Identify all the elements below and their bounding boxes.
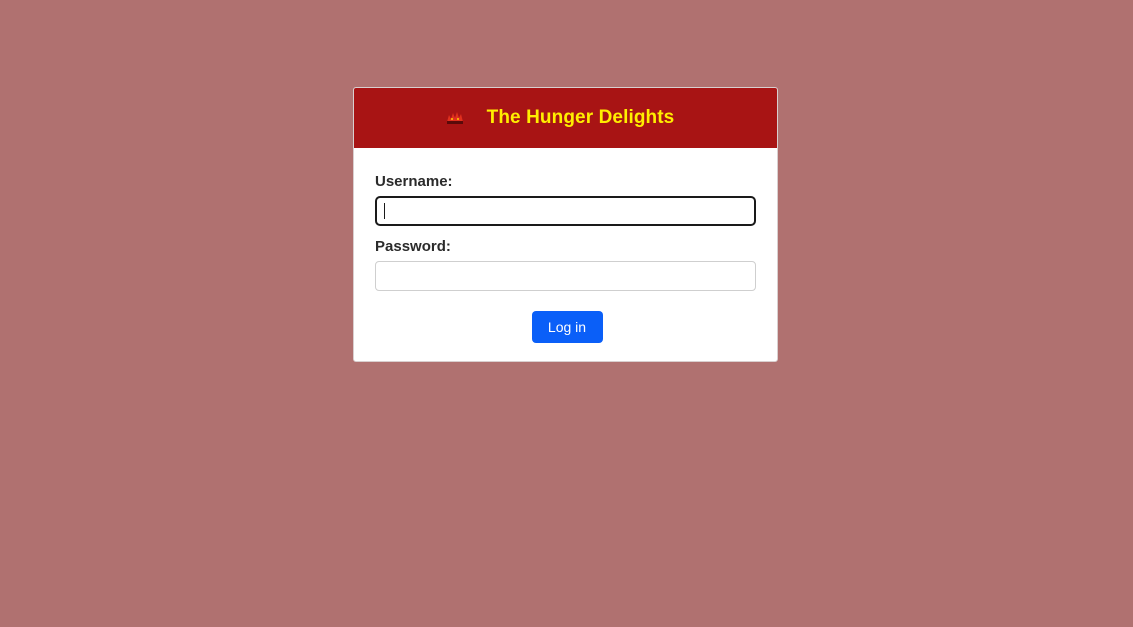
username-input[interactable] bbox=[375, 196, 756, 226]
brand-title: The Hunger Delights bbox=[486, 107, 675, 128]
login-card: The Hunger Delights Username: Password: … bbox=[353, 87, 778, 362]
password-label: Password: bbox=[375, 238, 451, 255]
password-input[interactable] bbox=[375, 261, 756, 291]
text-cursor bbox=[384, 203, 385, 219]
restaurant-logo-icon bbox=[445, 110, 465, 126]
form-actions: Log in bbox=[375, 311, 756, 343]
username-label: Username: bbox=[375, 173, 453, 190]
login-button[interactable]: Log in bbox=[531, 311, 603, 343]
username-input-wrap bbox=[375, 196, 756, 226]
card-header: The Hunger Delights bbox=[354, 88, 777, 148]
login-form: Username: Password: Log in bbox=[354, 148, 777, 343]
